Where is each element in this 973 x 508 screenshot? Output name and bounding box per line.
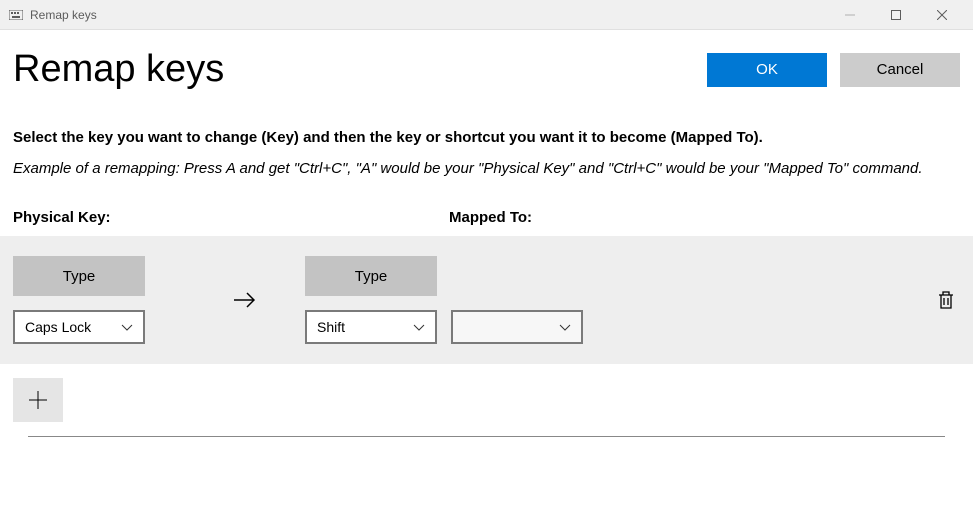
- ok-button[interactable]: OK: [707, 53, 827, 87]
- mapped-key-dropdown[interactable]: Shift: [305, 310, 437, 344]
- instruction-text: Select the key you want to change (Key) …: [13, 129, 960, 146]
- cancel-button[interactable]: Cancel: [840, 53, 960, 87]
- keyboard-icon: [8, 7, 24, 23]
- mapped-key-value: Shift: [317, 319, 345, 335]
- minimize-button[interactable]: [827, 0, 873, 30]
- type-mapped-button[interactable]: Type: [305, 256, 437, 296]
- physical-key-dropdown[interactable]: Caps Lock: [13, 310, 145, 344]
- page-title: Remap keys: [13, 48, 694, 91]
- example-text: Example of a remapping: Press A and get …: [13, 158, 960, 179]
- chevron-down-icon: [559, 319, 571, 335]
- maximize-button[interactable]: [873, 0, 919, 30]
- arrow-icon: [145, 290, 305, 310]
- add-row-button[interactable]: [13, 378, 63, 422]
- window-title: Remap keys: [30, 8, 97, 22]
- physical-key-value: Caps Lock: [25, 319, 91, 335]
- plus-icon: [27, 389, 49, 411]
- mapped-to-block: Type Shift: [305, 256, 583, 344]
- physical-key-block: Type Caps Lock: [13, 256, 145, 344]
- mapped-key2-dropdown[interactable]: [451, 310, 583, 344]
- trash-icon: [937, 290, 955, 310]
- mapped-to-header: Mapped To:: [449, 209, 532, 226]
- physical-key-header: Physical Key:: [13, 209, 449, 226]
- mapping-row: Type Caps Lock Type Shift: [0, 236, 973, 364]
- close-button[interactable]: [919, 0, 965, 30]
- delete-row-button[interactable]: [932, 286, 960, 314]
- titlebar: Remap keys: [0, 0, 973, 30]
- chevron-down-icon: [413, 319, 425, 335]
- divider: [28, 436, 945, 437]
- type-physical-button[interactable]: Type: [13, 256, 145, 296]
- chevron-down-icon: [121, 319, 133, 335]
- column-headers: Physical Key: Mapped To:: [13, 209, 960, 226]
- header: Remap keys OK Cancel: [0, 30, 973, 101]
